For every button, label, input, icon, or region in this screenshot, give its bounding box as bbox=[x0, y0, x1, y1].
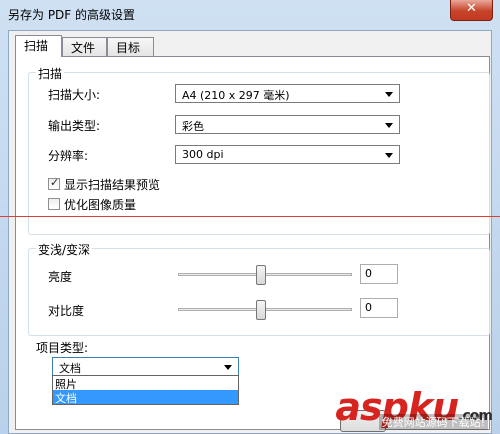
optimize-label: 优化图像质量 bbox=[64, 198, 137, 212]
scan-size-select[interactable]: A4 (210 x 297 毫米) bbox=[175, 84, 400, 103]
shade-groupbox bbox=[28, 248, 490, 336]
dropdown-option-photo[interactable]: 照片 bbox=[53, 376, 238, 391]
tab-target[interactable]: 目标 bbox=[107, 37, 154, 56]
tab-scan[interactable]: 扫描 bbox=[15, 35, 62, 57]
resolution-select[interactable]: 300 dpi bbox=[175, 145, 400, 164]
chevron-down-icon bbox=[224, 365, 232, 370]
output-type-label: 输出类型: bbox=[48, 119, 101, 133]
watermark-subtext: 免费网站源码下载站! bbox=[378, 414, 488, 430]
contrast-input[interactable]: 0 bbox=[360, 298, 398, 318]
window-title: 另存为 PDF 的高级设置 bbox=[8, 8, 136, 22]
preview-label: 显示扫描结果预览 bbox=[64, 178, 161, 192]
project-type-label: 项目类型: bbox=[36, 341, 89, 355]
project-type-dropdown-list: 照片 文档 bbox=[52, 375, 239, 405]
close-button[interactable]: ✕ bbox=[450, 0, 493, 21]
project-type-value: 文档 bbox=[59, 362, 81, 375]
checkmark-icon: ✓ bbox=[50, 176, 60, 189]
resolution-label: 分辨率: bbox=[48, 149, 89, 163]
shade-group-title: 变浅/变深 bbox=[36, 241, 93, 258]
close-icon: ✕ bbox=[466, 1, 477, 16]
contrast-label: 对比度 bbox=[48, 304, 85, 318]
preview-checkbox[interactable]: ✓ bbox=[48, 176, 60, 190]
brightness-slider-thumb[interactable] bbox=[256, 265, 266, 285]
red-guide-line bbox=[0, 216, 500, 217]
brightness-label: 亮度 bbox=[48, 270, 73, 284]
output-type-select[interactable]: 彩色 bbox=[175, 115, 400, 134]
title-bar[interactable]: 另存为 PDF 的高级设置 bbox=[0, 0, 500, 30]
output-type-value: 彩色 bbox=[182, 120, 204, 133]
brightness-input[interactable]: 0 bbox=[360, 264, 398, 284]
scan-size-label: 扫描大小: bbox=[48, 88, 101, 102]
contrast-slider-thumb[interactable] bbox=[256, 300, 266, 320]
project-type-select[interactable]: 文档 bbox=[52, 357, 239, 376]
resolution-value: 300 dpi bbox=[182, 148, 224, 161]
chevron-down-icon bbox=[385, 153, 393, 158]
chevron-down-icon bbox=[385, 92, 393, 97]
chevron-down-icon bbox=[385, 123, 393, 128]
optimize-checkbox[interactable] bbox=[48, 198, 60, 210]
tab-file[interactable]: 文件 bbox=[62, 37, 107, 56]
dropdown-option-document[interactable]: 文档 bbox=[53, 390, 238, 405]
scan-size-value: A4 (210 x 297 毫米) bbox=[182, 89, 290, 102]
scan-group-title: 扫描 bbox=[36, 65, 65, 82]
